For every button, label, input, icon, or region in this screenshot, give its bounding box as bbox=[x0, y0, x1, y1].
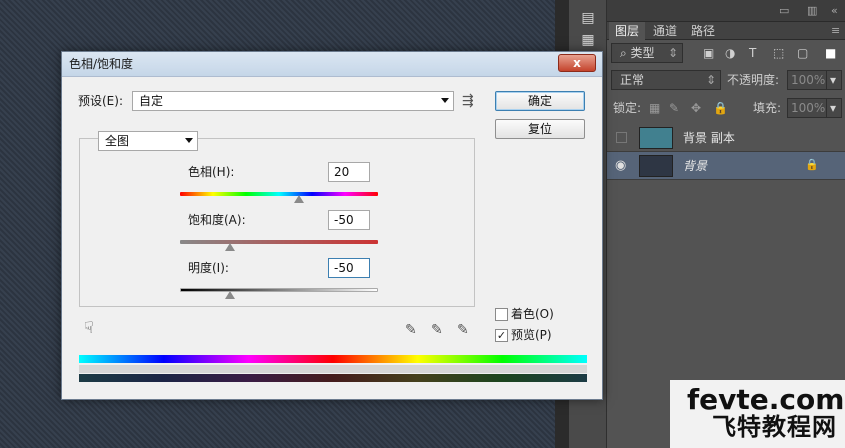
preset-value: 自定 bbox=[139, 94, 164, 108]
panel-header: ▭ ▥ « bbox=[607, 0, 845, 22]
dialog-title: 色相/饱和度 bbox=[69, 57, 134, 71]
smart-filter-icon[interactable]: ▢ bbox=[797, 43, 808, 63]
lock-all-icon[interactable]: 🔒 bbox=[713, 98, 728, 118]
colorize-checkbox[interactable] bbox=[495, 308, 508, 321]
layer-name: 背景 副本 bbox=[683, 131, 735, 145]
saturation-slider-thumb[interactable] bbox=[224, 243, 235, 251]
adjust-filter-icon[interactable]: ◑ bbox=[725, 43, 735, 63]
lock-transparent-icon[interactable]: ▦ bbox=[649, 98, 660, 118]
opacity-dropdown[interactable]: ▾ bbox=[826, 70, 842, 90]
fill-label: 填充: bbox=[753, 101, 782, 115]
tab-paths[interactable]: 路径 bbox=[685, 22, 721, 40]
dialog-titlebar[interactable]: 色相/饱和度 x bbox=[62, 52, 602, 77]
filter-type-select[interactable]: ⌕ 类型 ⇕ bbox=[611, 43, 683, 63]
lock-position-icon[interactable]: ✥ bbox=[691, 98, 701, 118]
adjustment-group bbox=[79, 138, 475, 307]
fill-dropdown[interactable]: ▾ bbox=[826, 98, 842, 118]
opacity-input[interactable]: 100% bbox=[787, 70, 827, 90]
close-button[interactable]: x bbox=[558, 54, 596, 72]
filter-toggle-icon[interactable]: ■ bbox=[825, 43, 836, 63]
lightness-label: 明度(I): bbox=[188, 261, 229, 275]
lightness-slider-thumb[interactable] bbox=[224, 291, 235, 299]
ok-button[interactable]: 确定 bbox=[495, 91, 585, 111]
output-spectrum-bar bbox=[79, 374, 587, 382]
eyedropper-plus-icon[interactable]: ✎ bbox=[431, 322, 443, 338]
updown-icon: ⇕ bbox=[705, 73, 716, 87]
layer-thumbnail bbox=[639, 155, 673, 177]
channel-value: 全图 bbox=[105, 134, 130, 148]
saturation-slider-track[interactable] bbox=[180, 240, 378, 244]
input-spectrum-bar bbox=[79, 355, 587, 363]
saturation-label: 饱和度(A): bbox=[188, 213, 246, 227]
tab-channels[interactable]: 通道 bbox=[647, 22, 683, 40]
panel-menu-icon[interactable]: ≡ bbox=[831, 24, 840, 37]
watermark-url: fevte.com bbox=[687, 383, 845, 416]
hand-adjust-icon[interactable]: ☟ bbox=[84, 320, 94, 336]
spectrum-divider bbox=[79, 365, 587, 373]
preview-checkbox[interactable]: ✓ bbox=[495, 329, 508, 342]
panel-tabs: 图层 通道 路径 ≡ bbox=[607, 22, 845, 40]
hue-slider-track[interactable] bbox=[180, 192, 378, 196]
fill-input[interactable]: 100% bbox=[787, 98, 827, 118]
trash-icon[interactable]: ▥ bbox=[807, 4, 817, 17]
eye-icon[interactable]: ◉ bbox=[615, 158, 626, 173]
reset-button[interactable]: 复位 bbox=[495, 119, 585, 139]
collapse-icon[interactable]: « bbox=[831, 4, 838, 17]
hue-saturation-dialog: 色相/饱和度 x 预设(E): 自定 ⇶ 确定 复位 全图 色相(H): 20 … bbox=[61, 51, 603, 400]
blend-mode-select[interactable]: 正常 ⇕ bbox=[611, 70, 721, 90]
layer-name: 背景 bbox=[683, 159, 708, 173]
filter-type-label: 类型 bbox=[630, 46, 655, 60]
eyedropper-icon[interactable]: ✎ bbox=[405, 322, 417, 338]
layer-row-selected[interactable]: ◉ 背景 🔒 bbox=[607, 152, 845, 180]
layer-row[interactable]: 背景 副本 bbox=[607, 124, 845, 152]
search-icon: ⌕ bbox=[620, 46, 631, 60]
blend-mode-value: 正常 bbox=[620, 73, 645, 87]
adjustments-icon[interactable]: ▦ bbox=[578, 30, 598, 50]
preset-label: 预设(E): bbox=[78, 94, 123, 108]
lightness-slider-track[interactable] bbox=[180, 288, 378, 292]
watermark-title: 飞特教程网 bbox=[712, 413, 837, 441]
history-icon[interactable]: ▤ bbox=[578, 8, 598, 28]
layer-thumbnail bbox=[639, 127, 673, 149]
lock-row: 锁定: ▦ ✎ ✥ 🔒 填充: 100% ▾ bbox=[607, 96, 845, 122]
hue-slider-thumb[interactable] bbox=[293, 195, 304, 203]
blend-row: 正常 ⇕ 不透明度: 100% ▾ bbox=[607, 68, 845, 94]
chevron-down-icon bbox=[185, 138, 193, 143]
type-filter-icon[interactable]: T bbox=[749, 43, 756, 63]
updown-icon: ⇕ bbox=[667, 46, 678, 60]
new-doc-icon[interactable]: ▭ bbox=[779, 4, 789, 17]
eyedropper-minus-icon[interactable]: ✎ bbox=[457, 322, 469, 338]
saturation-input[interactable]: -50 bbox=[328, 210, 370, 230]
filter-row: ⌕ 类型 ⇕ ▣ ◑ T ⬚ ▢ ■ bbox=[607, 40, 845, 66]
pixel-filter-icon[interactable]: ▣ bbox=[703, 43, 714, 63]
visibility-toggle[interactable] bbox=[616, 132, 627, 143]
hue-label: 色相(H): bbox=[188, 165, 235, 179]
colorize-label: 着色(O) bbox=[511, 307, 554, 321]
lock-icon: 🔒 bbox=[805, 158, 819, 171]
lock-label: 锁定: bbox=[613, 101, 642, 115]
hue-input[interactable]: 20 bbox=[328, 162, 370, 182]
channel-select[interactable]: 全图 bbox=[98, 131, 198, 151]
chevron-down-icon bbox=[441, 98, 449, 103]
preset-options-icon[interactable]: ⇶ bbox=[462, 93, 474, 109]
opacity-label: 不透明度: bbox=[727, 73, 780, 87]
preset-select[interactable]: 自定 bbox=[132, 91, 454, 111]
tab-layers[interactable]: 图层 bbox=[609, 22, 646, 40]
preview-label: 预览(P) bbox=[511, 328, 552, 342]
lock-pixels-icon[interactable]: ✎ bbox=[669, 98, 679, 118]
lightness-input[interactable]: -50 bbox=[328, 258, 370, 278]
shape-filter-icon[interactable]: ⬚ bbox=[773, 43, 784, 63]
